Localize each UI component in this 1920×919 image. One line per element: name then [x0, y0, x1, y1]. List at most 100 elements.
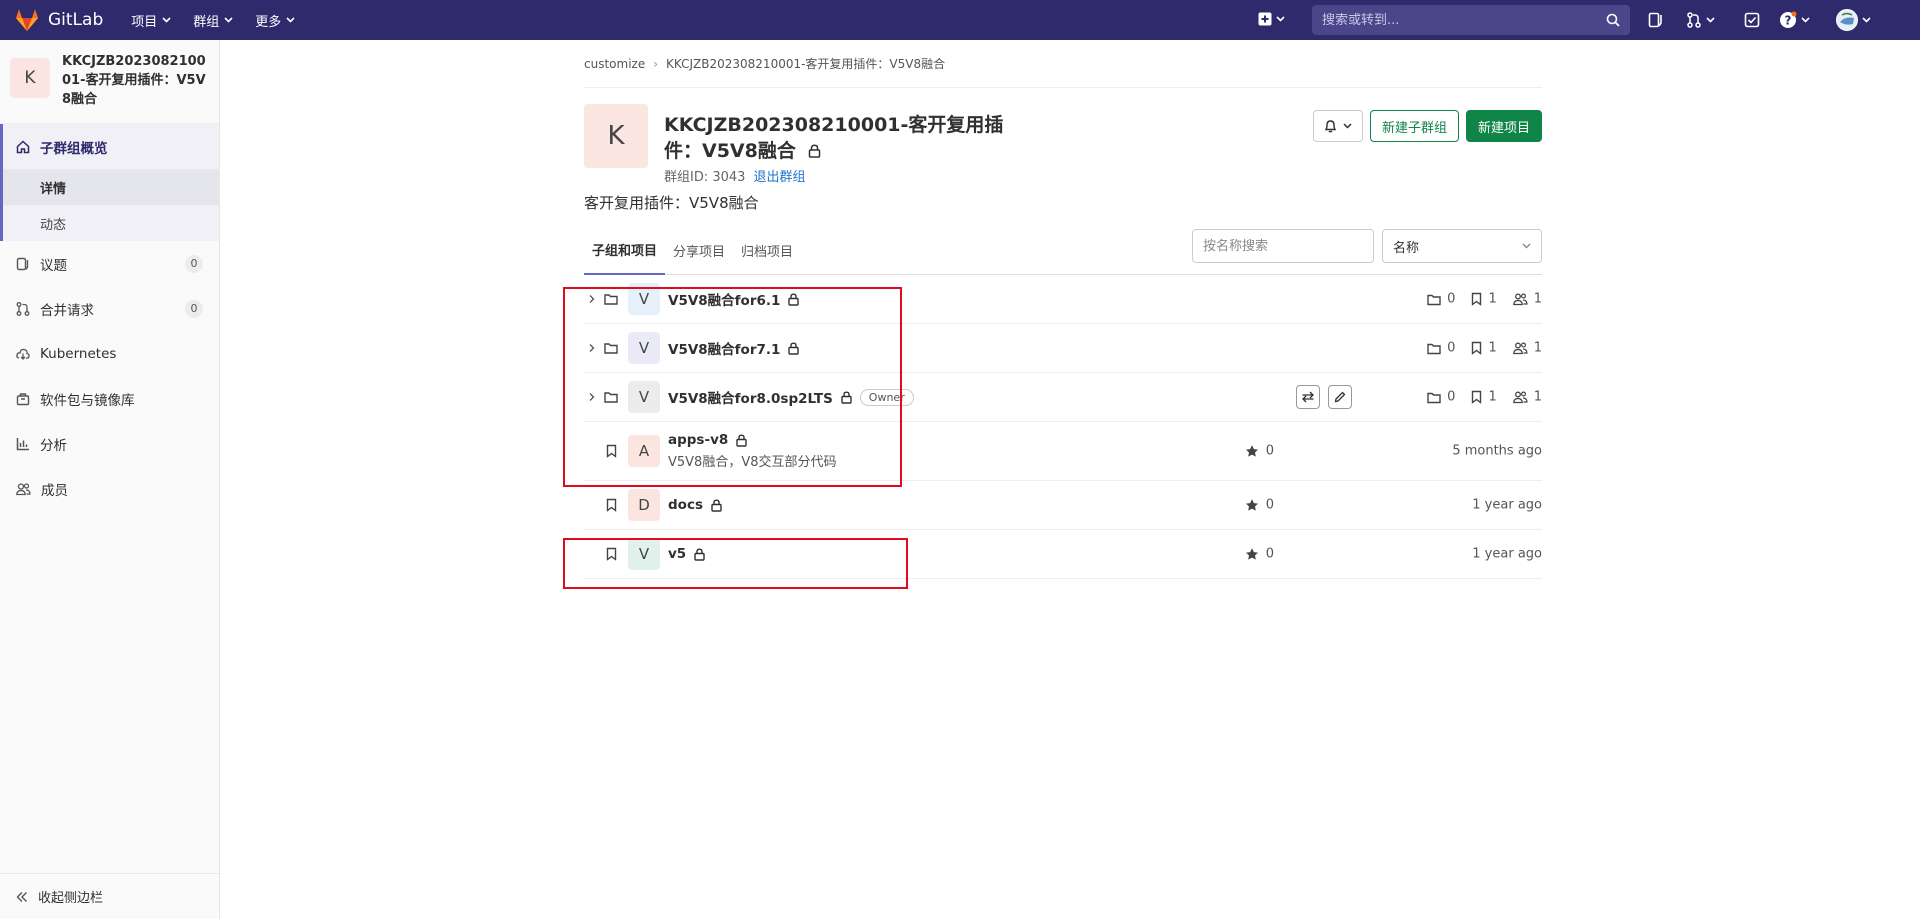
- home-icon: [16, 139, 30, 154]
- member-count-stat: 1: [1512, 292, 1542, 307]
- folder-icon: [1427, 293, 1441, 305]
- subgroup-name-line: V5V8融合for8.0sp2LTS Owner: [668, 387, 914, 407]
- chevron-right-icon[interactable]: [588, 343, 596, 353]
- gitlab-logo-icon: [14, 8, 40, 32]
- owner-badge: Owner: [859, 388, 914, 406]
- sidebar-item-analytics[interactable]: 分析: [0, 421, 219, 466]
- leave-group-link[interactable]: 退出群组: [753, 166, 805, 185]
- project-description: V5V8融合，V8交互部分代码: [668, 455, 837, 470]
- tab-archived-projects[interactable]: 归档项目: [733, 227, 801, 275]
- list-item-subgroup[interactable]: V V5V8融合for6.1 0 1 1: [584, 275, 1542, 324]
- search-icon[interactable]: [1606, 13, 1620, 27]
- subgroup-name[interactable]: V5V8融合for8.0sp2LTS: [668, 387, 833, 407]
- breadcrumb: customize › KKCJZB202308210001-客开复用插件：V5…: [584, 40, 1542, 88]
- subgroup-avatar: V: [628, 332, 660, 364]
- sidebar-item-members[interactable]: 成员: [0, 466, 219, 511]
- merge-request-icon: [16, 301, 30, 316]
- sidebar-item-label: 合并请求: [40, 302, 94, 319]
- merge-requests-count-badge: 0: [185, 299, 203, 318]
- subgroup-name-wrap: V5V8融合for8.0sp2LTS Owner: [668, 387, 914, 407]
- sort-select[interactable]: 名称: [1382, 229, 1542, 263]
- lock-icon: [694, 547, 705, 561]
- sidebar-sub-item-activity[interactable]: 动态: [3, 205, 219, 241]
- brand-name: GitLab: [48, 10, 104, 30]
- subgroup-stats: 0 1 1: [1427, 341, 1542, 356]
- member-count: 1: [1533, 340, 1542, 356]
- chevron-down-icon: [1801, 17, 1810, 23]
- search-box: [1312, 5, 1630, 35]
- list-item-subgroup[interactable]: V V5V8融合for8.0sp2LTS Owner 0 1 1: [584, 373, 1542, 422]
- list-item-project[interactable]: V v5 0 1 year ago: [584, 530, 1542, 579]
- star-icon: [1245, 548, 1259, 561]
- todos-nav-button[interactable]: [1744, 12, 1760, 28]
- subgroup-name[interactable]: V5V8融合for6.1: [668, 289, 780, 309]
- sidebar-item-issues[interactable]: 议题 0: [0, 241, 219, 286]
- bell-icon: [1324, 119, 1337, 133]
- sidebar-item-kubernetes[interactable]: Kubernetes: [0, 331, 219, 376]
- nav-menu-label: 项目: [131, 14, 158, 30]
- chevron-down-icon: [1343, 123, 1352, 129]
- subgroup-name-wrap: V5V8融合for6.1: [668, 289, 800, 309]
- chevron-right-icon[interactable]: [588, 392, 596, 402]
- project-avatar: D: [628, 489, 660, 521]
- breadcrumb-item-current-group[interactable]: KKCJZB202308210001-客开复用插件：V5V8融合: [666, 55, 945, 72]
- project-avatar: V: [628, 538, 660, 570]
- breadcrumb-item-customize[interactable]: customize: [584, 57, 645, 71]
- subgroup-count: 0: [1447, 291, 1456, 307]
- help-nav-button[interactable]: ?: [1779, 11, 1810, 29]
- main-content: customize › KKCJZB202308210001-客开复用插件：V5…: [584, 40, 1542, 579]
- list-item-project[interactable]: D docs 0 1 year ago: [584, 481, 1542, 530]
- project-name[interactable]: v5: [668, 546, 686, 562]
- list-item-project[interactable]: A apps-v8 V5V8融合，V8交互部分代码 0 5 months ago: [584, 422, 1542, 481]
- sidebar-item-overview[interactable]: 子群组概览: [3, 124, 219, 169]
- search-input[interactable]: [1322, 12, 1592, 28]
- nav-menu-more[interactable]: 更多: [255, 11, 295, 30]
- star-count-stat: 0: [1245, 547, 1274, 562]
- subgroup-count: 0: [1447, 389, 1456, 405]
- sidebar-sub-item-details[interactable]: 详情: [3, 169, 219, 205]
- issues-nav-button[interactable]: [1648, 12, 1664, 28]
- chart-icon: [16, 437, 30, 451]
- sidebar-item-merge-requests[interactable]: 合并请求 0: [0, 286, 219, 331]
- list-item-subgroup[interactable]: V V5V8融合for7.1 0 1 1: [584, 324, 1542, 373]
- filter-by-name-input[interactable]: [1192, 229, 1374, 263]
- tab-shared-projects[interactable]: 分享项目: [665, 227, 733, 275]
- notification-settings-button[interactable]: [1312, 110, 1363, 142]
- sidebar-item-packages[interactable]: 软件包与镜像库: [0, 376, 219, 421]
- group-id: 群组ID: 3043: [664, 170, 746, 185]
- nav-menu-groups[interactable]: 群组: [193, 11, 233, 30]
- sidebar-item-label: 软件包与镜像库: [40, 392, 135, 409]
- project-count: 1: [1488, 340, 1497, 356]
- project-name[interactable]: docs: [668, 497, 703, 513]
- transfer-button[interactable]: [1296, 385, 1320, 409]
- new-subgroup-button[interactable]: 新建子群组: [1369, 110, 1459, 142]
- new-project-button[interactable]: 新建项目: [1465, 110, 1542, 142]
- chevron-down-icon: [1862, 17, 1871, 23]
- subgroup-name[interactable]: V5V8融合for7.1: [668, 338, 780, 358]
- chevron-down-icon: [286, 17, 295, 23]
- merge-requests-nav-button[interactable]: [1686, 12, 1715, 28]
- project-name[interactable]: apps-v8: [668, 432, 728, 448]
- pencil-icon: [1334, 391, 1346, 403]
- sidebar-context-header[interactable]: K KKCJZB202308210001-客开复用插件：V5V8融合: [0, 40, 219, 124]
- group-avatar: K: [10, 58, 50, 98]
- collapse-sidebar-button[interactable]: 收起侧边栏: [0, 873, 219, 919]
- edit-button[interactable]: [1328, 385, 1352, 409]
- collapse-sidebar-label: 收起侧边栏: [38, 891, 104, 906]
- brand[interactable]: GitLab: [14, 0, 103, 40]
- star-count-stat: 0: [1245, 444, 1274, 459]
- group-avatar: K: [584, 104, 648, 168]
- page-title: KKCJZB202308210001-客开复用插件：V5V8融合: [664, 112, 1024, 164]
- create-new-button[interactable]: [1258, 12, 1285, 26]
- member-count-stat: 1: [1512, 390, 1542, 405]
- project-name-wrap: docs: [668, 497, 722, 513]
- users-icon: [1512, 391, 1528, 404]
- nav-menu-projects[interactable]: 项目: [131, 11, 171, 30]
- sidebar-overview-group: 子群组概览 详情 动态: [0, 124, 219, 241]
- tab-subgroups-and-projects[interactable]: 子组和项目: [584, 227, 666, 275]
- lock-icon: [841, 390, 852, 404]
- user-menu-button[interactable]: [1836, 9, 1871, 31]
- chevron-right-icon[interactable]: [588, 294, 596, 304]
- lock-icon: [736, 433, 747, 447]
- chevron-down-icon: [162, 17, 171, 23]
